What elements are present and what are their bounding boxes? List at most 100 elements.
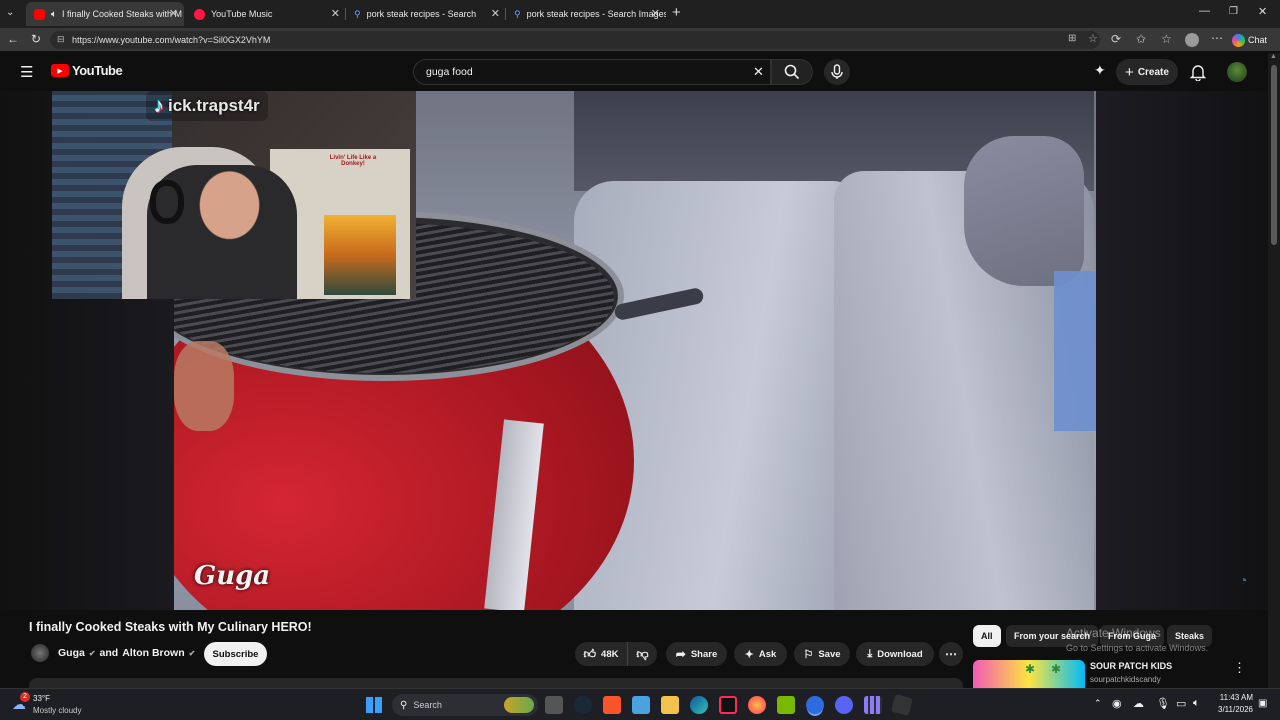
weather-desc: Mostly cloudy [33,706,82,715]
taskbar-search-label: Search [413,700,442,710]
video-title: I finally Cooked Steaks with My Culinary… [29,620,312,634]
clear-search-icon[interactable]: ✕ [753,64,764,80]
tray-overflow-icon[interactable]: ⌃ [1094,698,1102,709]
nvidia-icon[interactable] [777,696,795,714]
webcam-shirt-text: Livin' Life Like a Donkey! [329,155,377,167]
weather-alert-badge: 2 [20,692,30,702]
notification-center-icon[interactable]: ▣ [1258,698,1267,709]
tab-title: I finally Cooked Steaks with M [62,9,183,19]
webcam-headphones [150,180,184,224]
subscribe-button[interactable]: Subscribe [204,642,267,666]
roblox-icon[interactable] [890,693,914,717]
brave-icon[interactable] [603,696,621,714]
save-button[interactable]: ⚐ Save [794,642,850,666]
tab-youtube-music[interactable]: YouTube Music ✕ [186,2,346,26]
browser-tab-strip: ⌄ 🔈︎ I finally Cooked Steaks with M ✕ Yo… [0,0,1280,28]
download-button[interactable]: ⤓ Download [856,642,934,666]
tab-search[interactable]: ⚲ pork steak recipes - Search ✕ [346,2,506,26]
voice-search-button[interactable] [824,59,850,85]
more-horizontal-icon: ⋯ [945,647,957,661]
discord-icon[interactable] [835,696,853,714]
tray-mic-icon[interactable]: 🎙︎ [1156,697,1170,710]
app-available-icon[interactable]: ⊞ [1068,33,1076,44]
account-avatar[interactable] [1227,62,1247,82]
channel-names[interactable]: Guga ✔ and Alton Brown ✔ [58,647,195,659]
notifications-bell-icon[interactable] [1190,63,1206,81]
tray-steam-icon[interactable]: ◉ [1112,697,1122,710]
description-box[interactable] [29,678,963,688]
profile-avatar[interactable] [1185,33,1199,47]
steam-icon[interactable] [574,696,592,714]
url-field[interactable]: ⊟ https://www.youtube.com/watch?v=Sil0GX… [50,31,1100,49]
copilot-chat-button[interactable]: Chat [1232,31,1276,49]
tab-close-icon[interactable]: ✕ [651,7,660,20]
more-actions-button[interactable]: ⋯ [939,642,963,666]
dislike-button[interactable]: 👎︎ [627,642,657,666]
tab-actions-chevron-icon[interactable]: ⌄ [6,7,14,18]
favorites-icon[interactable]: ✩ [1136,32,1146,46]
tiktok-handle-badge: ♪ ick.trapst4r [146,91,268,121]
recommended-video-channel[interactable]: sourpatchkidscandy [1090,675,1161,684]
tab-title: pork steak recipes - Search Images [526,9,666,19]
video-player[interactable]: Guga Livin' Life Like a Donkey! ♪ ick.tr… [0,91,1268,610]
create-button[interactable]: + Create [1116,59,1178,85]
tab-close-icon[interactable]: ✕ [491,7,500,20]
edge-dev-icon[interactable] [806,696,824,714]
recommended-video-title[interactable]: SOUR PATCH KIDS [1090,661,1172,671]
tab-search-images[interactable]: ⚲ pork steak recipes - Search Images ✕ [506,2,666,26]
youtube-logo[interactable]: ▶ YouTube [51,63,123,78]
firefox-icon[interactable] [748,696,766,714]
taskbar-time[interactable]: 11:43 AM [1215,693,1253,702]
more-menu-icon[interactable]: ⋯ [1211,31,1223,45]
tab-close-icon[interactable]: ✕ [331,7,340,20]
tray-volume-icon[interactable]: 🔈︎ [1193,697,1200,710]
notepad-icon[interactable] [632,696,650,714]
minimize-icon[interactable]: — [1199,5,1210,17]
search-input[interactable]: guga food ✕ [413,59,771,85]
close-window-icon[interactable]: ✕ [1258,5,1267,18]
tray-display-icon[interactable]: ▭ [1176,697,1186,710]
copilot-icon [1232,33,1245,47]
tray-network-app-icon[interactable]: ☁ [1133,697,1144,710]
task-view-icon[interactable] [545,696,563,714]
scroll-up-icon[interactable]: ▲ [1270,53,1277,60]
taskbar-date[interactable]: 3/11/2026 [1213,705,1253,714]
collab-channel-name[interactable]: Alton Brown [122,647,184,659]
windows-start-icon[interactable] [366,697,382,713]
search-favicon-icon: ⚲ [514,8,521,19]
new-tab-plus-icon[interactable]: + [672,4,681,21]
site-info-icon[interactable]: ⊟ [57,34,65,45]
scrollbar-thumb[interactable] [1271,65,1277,245]
collections-icon[interactable]: ☆ [1161,32,1172,46]
chip-all[interactable]: All [973,625,1001,647]
weather-widget[interactable]: ☁ 2 33°F Mostly cloudy [10,692,100,718]
channel-name[interactable]: Guga [58,647,85,659]
refresh-icon[interactable]: ↻ [31,32,41,46]
favorite-star-icon[interactable]: ☆ [1088,32,1098,45]
extensions-icon[interactable]: ⟳ [1111,32,1121,46]
restore-icon[interactable]: ❐ [1229,6,1238,17]
recommended-video-thumbnail[interactable]: ✱ ✱ [973,660,1085,688]
file-explorer-icon[interactable] [661,696,679,714]
tiktok-icon[interactable] [719,696,737,714]
channel-avatar[interactable] [31,644,49,662]
youtube-logo-text: YouTube [72,63,123,78]
ask-button[interactable]: ✦ Ask [734,642,787,666]
edge-icon[interactable] [690,696,708,714]
tab-close-icon[interactable]: ✕ [169,7,178,20]
sparkle-icon: ✦ [744,648,754,661]
page-scrollbar[interactable]: ▲ [1268,53,1280,688]
hamburger-menu-icon[interactable]: ☰ [20,63,33,81]
bookmark-icon: ⚐ [803,648,814,661]
recommended-more-icon[interactable]: ⋮ [1233,660,1246,676]
taskbar-search-box[interactable]: ⚲ Search [392,694,538,716]
app-grid-icon[interactable] [864,696,882,714]
share-button[interactable]: ➦ Share [666,642,727,666]
like-button[interactable]: 👍︎ 48K [575,642,627,666]
tab-video[interactable]: 🔈︎ I finally Cooked Steaks with M ✕ [26,2,184,26]
back-arrow-icon[interactable]: ← [7,32,19,46]
gemini-sparkle-icon[interactable]: ✦ [1094,62,1106,79]
search-button[interactable] [771,59,813,85]
like-count: 48K [601,648,619,660]
steak-meat [174,341,234,431]
